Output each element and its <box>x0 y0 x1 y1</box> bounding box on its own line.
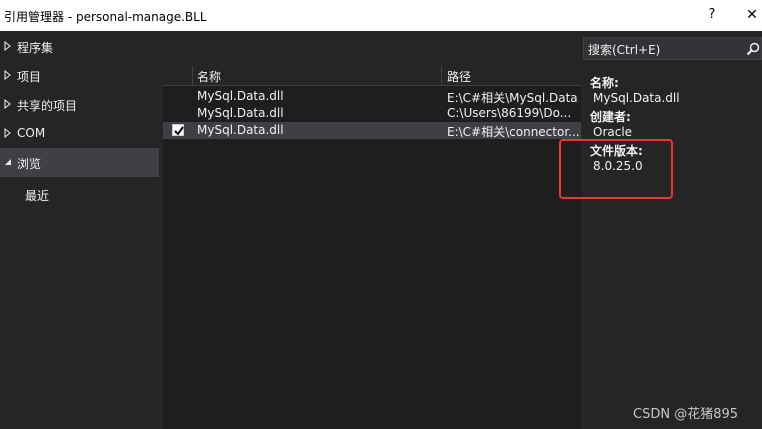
sidebar-item-label: 共享的项目 <box>17 99 78 113</box>
close-button[interactable]: ✕ <box>743 6 761 24</box>
row-name: MySql.Data.dll <box>197 123 284 137</box>
creator-label: 创建者: <box>590 110 631 124</box>
search-placeholder: 搜索(Ctrl+E) <box>588 43 661 57</box>
sidebar-item-projects[interactable]: 项目 <box>0 61 159 90</box>
sidebar-item-browse[interactable]: 浏览 <box>0 148 159 177</box>
expand-arrow-icon <box>4 128 11 138</box>
search-icon[interactable] <box>746 42 760 56</box>
row-path: C:\Users\86199\Do... <box>447 106 572 120</box>
sidebar-item-label: 程序集 <box>17 41 54 55</box>
name-value: MySql.Data.dll <box>593 91 680 105</box>
sidebar-item-assemblies[interactable]: 程序集 <box>0 32 159 61</box>
window-title: 引用管理器 - personal-manage.BLL <box>4 10 207 24</box>
expand-arrow-icon <box>4 41 11 51</box>
sidebar-item-com[interactable]: COM <box>0 119 159 148</box>
list-header: 名称 路径 <box>163 66 581 86</box>
table-row[interactable]: MySql.Data.dll E:\C#相关\MySql.Data... <box>163 88 581 105</box>
collapse-arrow-icon <box>5 159 11 165</box>
column-separator[interactable] <box>441 66 442 86</box>
expand-arrow-icon <box>4 70 11 80</box>
sidebar-item-recent[interactable]: 最近 <box>25 187 49 204</box>
row-name: MySql.Data.dll <box>197 106 284 120</box>
creator-value: Oracle <box>593 125 633 139</box>
table-row[interactable]: MySql.Data.dll C:\Users\86199\Do... <box>163 105 581 122</box>
row-name: MySql.Data.dll <box>197 89 284 103</box>
help-button[interactable]: ? <box>703 6 721 24</box>
column-header-path[interactable]: 路径 <box>447 68 471 85</box>
name-label: 名称: <box>590 76 619 90</box>
title-bar: 引用管理器 - personal-manage.BLL ? ✕ <box>0 0 762 31</box>
sidebar-item-label: 浏览 <box>17 157 42 171</box>
annotation-highlight-box <box>559 139 673 199</box>
sidebar-item-shared-projects[interactable]: 共享的项目 <box>0 90 159 119</box>
sidebar-item-label: COM <box>17 126 46 140</box>
table-row[interactable]: MySql.Data.dll E:\C#相关\connector... <box>163 122 581 139</box>
row-path: E:\C#相关\connector... <box>447 125 579 139</box>
column-header-name[interactable]: 名称 <box>197 68 221 85</box>
watermark: CSDN @花猪895 <box>633 407 739 422</box>
row-path: E:\C#相关\MySql.Data... <box>447 91 579 105</box>
sidebar: 程序集 项目 共享的项目 COM 浏览 最近 <box>0 31 163 429</box>
reference-list: 名称 路径 MySql.Data.dll E:\C#相关\MySql.Data.… <box>163 66 581 429</box>
checkmark-icon <box>174 126 184 136</box>
search-box[interactable]: 搜索(Ctrl+E) <box>583 37 762 60</box>
row-checkbox[interactable] <box>172 124 184 136</box>
sidebar-item-label: 项目 <box>17 70 42 84</box>
expand-arrow-icon <box>4 99 11 109</box>
details-pane: 名称: MySql.Data.dll 创建者: Oracle 文件版本: 8.0… <box>559 66 762 429</box>
column-separator[interactable] <box>192 66 193 86</box>
